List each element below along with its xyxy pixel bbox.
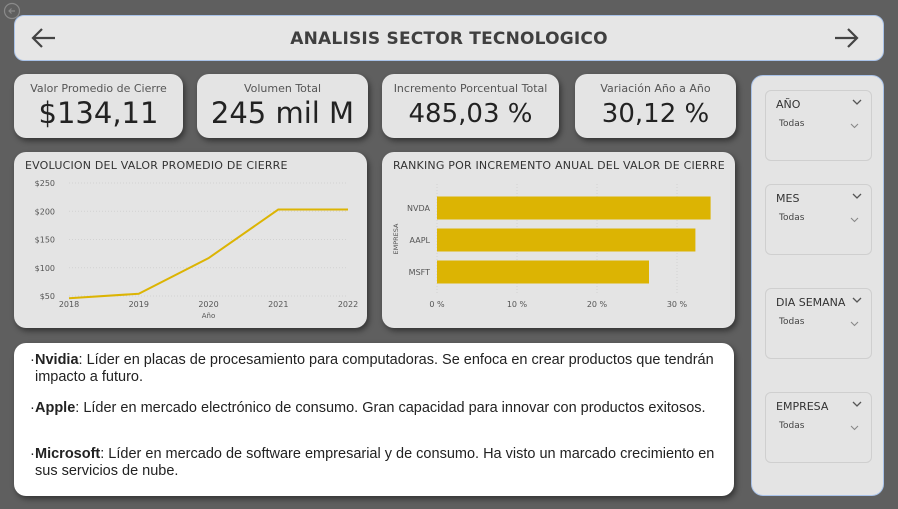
x-tick-label: 0 % [429,300,445,309]
chevron-down-icon[interactable] [850,123,859,129]
line-chart: $50 $100 $150 $200 $250 2018 2019 2020 2021 2022 A… [35,179,359,320]
note-nvidia: · Nvidia: Líder en placas de procesamient… [30,352,714,385]
note-text: : Líder en mercado de software empresari… [35,446,715,479]
slicer-label: MES [776,192,800,205]
slicer-panel: AÑO Todas MES Todas DIA SEMANA Todas EMP… [751,75,884,496]
slicer-value[interactable]: Todas [779,317,804,327]
line-chart-panel[interactable]: EVOLUCION DEL VALOR PROMEDIO DE CIERRE $… [14,152,367,328]
chevron-down-icon[interactable] [850,217,859,223]
bar [437,196,711,220]
x-tick-label: 2018 [59,300,79,309]
kpi-value: 245 mil M [210,96,355,130]
slicer-company[interactable]: EMPRESA Todas [765,392,872,463]
chevron-down-icon[interactable] [852,193,862,200]
chevron-down-icon[interactable] [850,425,859,431]
slicer-label: DIA SEMANA [776,296,846,309]
bar-chart-panel[interactable]: RANKING POR INCREMENTO ANUAL DEL VALOR D… [382,152,735,328]
slicer-month[interactable]: MES Todas [765,184,872,255]
kpi-value: $134,11 [38,96,159,130]
x-tick-label: 20 % [587,300,608,309]
kpi-value: 485,03 % [408,99,533,129]
slicer-weekday[interactable]: DIA SEMANA Todas [765,288,872,359]
note-company: Nvidia [35,352,79,368]
y-axis-label: EMPRESA [392,223,400,255]
x-axis-label: Año [202,312,216,320]
slicer-value[interactable]: Todas [779,213,804,223]
bar [437,260,649,284]
y-tick-label: $250 [35,179,55,188]
chevron-down-icon[interactable] [850,321,859,327]
kpi-value: 30,12 % [601,99,710,129]
y-tick-label: NVDA [407,204,430,213]
slicer-year[interactable]: AÑO Todas [765,90,872,161]
y-tick-label: $150 [35,236,55,245]
chevron-down-icon[interactable] [852,99,862,106]
slicer-value[interactable]: Todas [779,421,804,431]
y-tick-label: $50 [40,292,55,301]
chevron-down-icon[interactable] [852,401,862,408]
page-title: ANALISIS SECTOR TECNOLOGICO [290,29,608,49]
company-notes: · Nvidia: Líder en placas de procesamient… [14,343,734,496]
note-company: Apple [35,400,76,416]
y-tick-label: $200 [35,207,55,216]
note-company: Microsoft [35,446,101,462]
note-apple: · Apple: Líder en mercado electrónico de … [30,400,706,416]
x-tick-label: 10 % [507,300,528,309]
y-tick-label: MSFT [409,268,430,277]
kpi-card-total-increase: Incremento Porcentual Total 485,03 % [382,74,559,138]
x-tick-label: 2022 [338,300,358,309]
series-line [68,208,348,300]
bar [437,228,696,252]
chevron-down-icon[interactable] [852,297,862,304]
kpi-label: Incremento Porcentual Total [393,82,548,95]
kpi-card-avg-close: Valor Promedio de Cierre $134,11 [14,74,183,138]
kpi-label: Volumen Total [243,82,322,95]
title-bar: ANALISIS SECTOR TECNOLOGICO [14,15,884,61]
x-tick-label: 2020 [198,300,218,309]
kpi-card-total-volume: Volumen Total 245 mil M [197,74,368,138]
kpi-card-yoy-variation: Variación Año a Año 30,12 % [575,74,736,138]
x-tick-label: 2021 [268,300,288,309]
arrow-right-icon[interactable] [831,24,861,52]
note-text: : Líder en mercado electrónico de consum… [75,400,706,416]
y-tick-label: AAPL [410,236,431,245]
bar-chart: 0 % 10 % 20 % 30 % NVDA AAPL MSFT EMPRESA [392,184,711,309]
y-tick-label: $100 [35,264,55,273]
note-text: : Líder en placas de procesamiento para … [35,352,714,385]
slicer-label: AÑO [776,98,801,111]
kpi-label: Valor Promedio de Cierre [30,82,167,95]
x-tick-label: 30 % [667,300,688,309]
slicer-label: EMPRESA [776,400,829,413]
note-microsoft: · Microsoft: Líder en mercado de software… [30,446,715,479]
x-tick-label: 2019 [129,300,149,309]
slicer-value[interactable]: Todas [779,119,804,129]
kpi-label: Variación Año a Año [600,82,711,95]
